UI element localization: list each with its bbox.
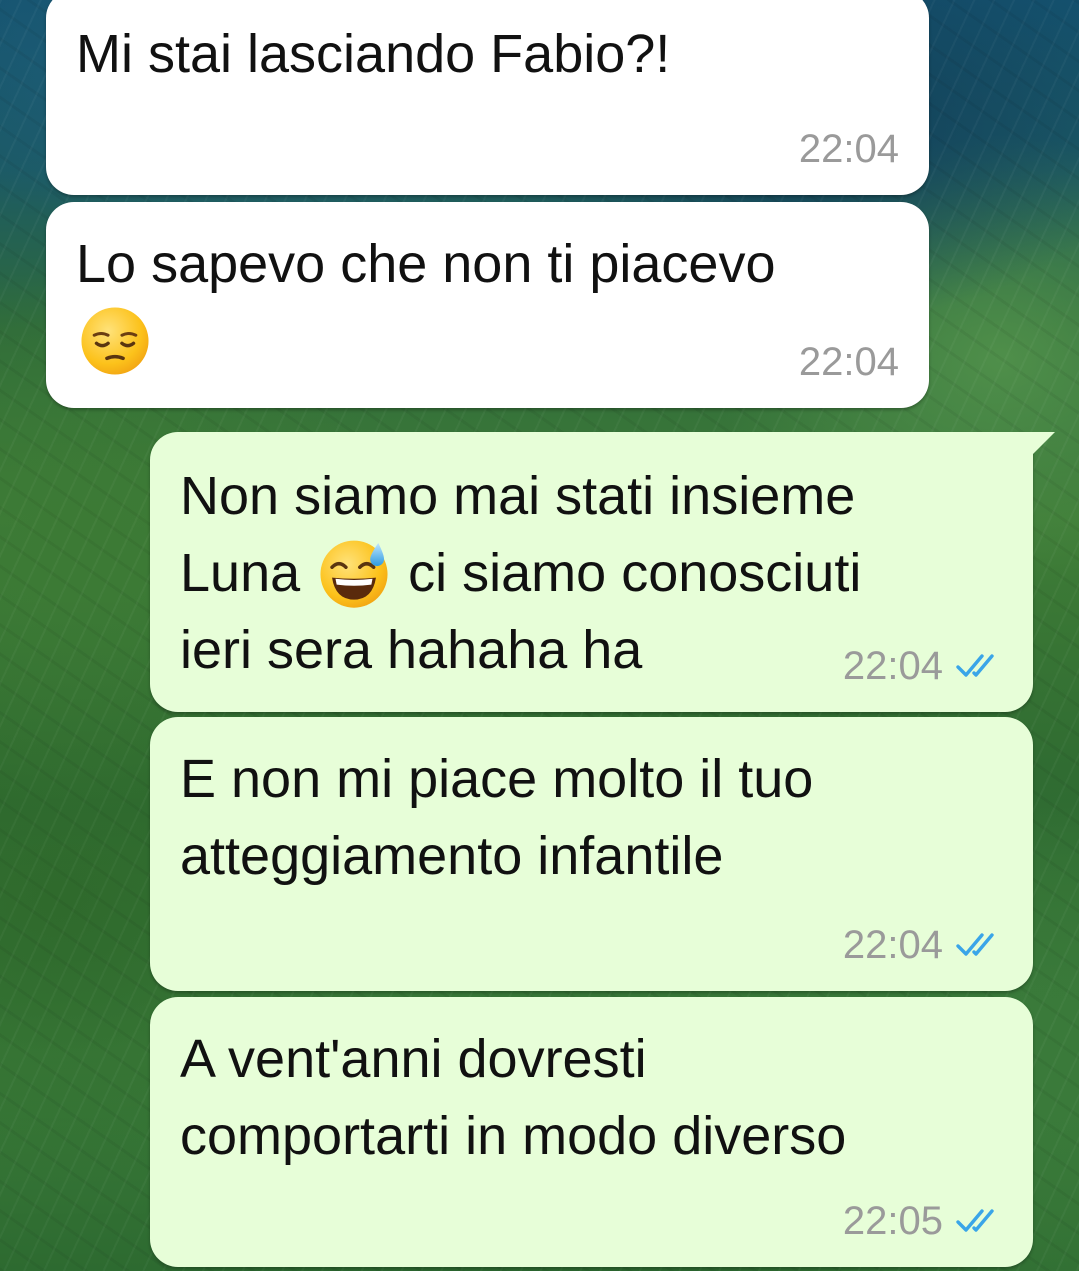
message-bubble-incoming[interactable]: Lo sapevo che non ti piacevo 22:04: [46, 202, 929, 408]
message-bubble-incoming[interactable]: Mi stai lasciando Fabio?! 22:04: [46, 0, 929, 195]
message-meta: 22:04: [843, 642, 1003, 690]
message-time: 22:04: [798, 127, 899, 171]
message-meta: 22:04: [843, 921, 1003, 969]
message-bubble-outgoing[interactable]: A vent'anni dovresti comportarti in modo…: [150, 997, 1033, 1267]
message-time: 22:05: [842, 1199, 943, 1243]
pensive-face-emoji: [81, 307, 149, 375]
grinning-face-with-sweat-emoji: [320, 540, 388, 608]
message-text: Mi stai lasciando Fabio?!: [76, 24, 671, 84]
message-meta: 22:05: [843, 1197, 1003, 1245]
double-check-icon: [956, 933, 994, 956]
message-text: A vent'anni dovresti comportarti in modo…: [180, 1029, 847, 1166]
message-text: E non mi piace molto il tuo atteggiament…: [180, 749, 814, 886]
message-meta: 22:04: [799, 338, 899, 386]
message-time: 22:04: [842, 644, 943, 688]
message-bubble-outgoing[interactable]: Non siamo mai stati insieme Luna ci siam…: [150, 432, 1033, 712]
message-time: 22:04: [798, 340, 899, 384]
chat-area[interactable]: Mi stai lasciando Fabio?! 22:04 Lo sapev…: [0, 0, 1079, 1271]
message-text-line: Lo sapevo che non ti piacevo: [76, 234, 776, 294]
message-bubble-outgoing[interactable]: E non mi piace molto il tuo atteggiament…: [150, 717, 1033, 991]
message-text: Lo sapevo che non ti piacevo: [76, 226, 906, 380]
message-meta: 22:04: [799, 125, 899, 173]
double-check-icon: [956, 1209, 994, 1232]
message-time: 22:04: [842, 923, 943, 967]
double-check-icon: [956, 654, 994, 677]
